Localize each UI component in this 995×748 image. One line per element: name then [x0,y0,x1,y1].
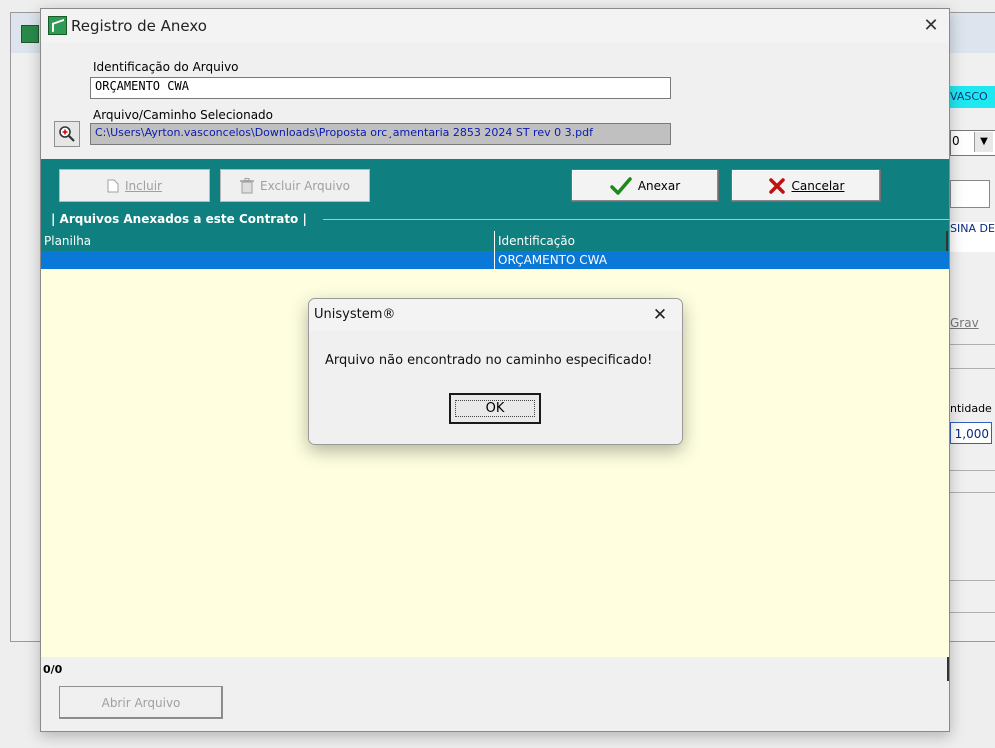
incluir-label: Incluir [125,178,162,193]
anexar-label: Anexar [637,178,681,193]
column-header-identificacao[interactable]: Identificação [498,234,575,248]
identificacao-label: Identificação do Arquivo [93,60,239,74]
background-label: SINA DE [950,222,995,252]
caminho-label: Arquivo/Caminho Selecionado [93,108,274,122]
message-box-body: Arquivo não encontrado no caminho especi… [309,331,682,444]
document-icon [107,179,119,192]
column-header-planilha[interactable]: Planilha [44,234,91,248]
background-input[interactable] [950,180,990,208]
group-divider [323,219,949,220]
group-title: | Arquivos Anexados a este Contrato | [51,212,307,226]
cell-separator [494,251,495,269]
ok-label: OK [454,400,536,417]
table-row[interactable]: ORÇAMENTO CWA [41,251,949,269]
trash-icon [239,177,254,193]
background-qty-header: ntidade [950,402,992,415]
app-icon [48,16,67,35]
background-divider [950,580,995,581]
cancelar-button[interactable]: Cancelar [731,169,881,202]
check-icon [610,176,632,195]
dialog-titlebar: Registro de Anexo ✕ [41,9,949,43]
x-icon [768,177,785,194]
background-divider [950,470,995,471]
cancelar-label: Cancelar [791,178,845,193]
background-divider [950,492,995,493]
column-separator[interactable] [494,231,495,251]
chevron-down-icon[interactable]: ▼ [974,132,993,152]
background-cyan-field: VASCO [950,86,995,108]
background-qty-field[interactable]: 1,000 [950,422,992,444]
background-divider [950,344,995,345]
magnifier-icon [59,126,75,142]
incluir-button[interactable]: Incluir [59,169,210,202]
search-file-button[interactable] [54,121,80,147]
excluir-arquivo-button[interactable]: Excluir Arquivo [220,169,370,202]
abrir-arquivo-button[interactable]: Abrir Arquivo [59,686,223,719]
app-icon [21,25,39,43]
message-box-title: Unisystem® [314,307,396,322]
status-divider [947,657,949,681]
message-box: Unisystem® ✕ Arquivo não encontrado no c… [308,298,683,445]
column-separator[interactable] [946,231,948,251]
dialog-title: Registro de Anexo [71,17,207,35]
identificacao-input[interactable]: ORÇAMENTO CWA [90,77,671,99]
message-text: Arquivo não encontrado no caminho especi… [325,353,653,368]
cell-identificacao: ORÇAMENTO CWA [498,253,608,267]
caminho-field[interactable]: C:\Users\Ayrton.vasconcelos\Downloads\Pr… [90,123,671,145]
background-gravar-button[interactable]: Grav [950,316,979,330]
record-counter: 0/0 [43,663,63,676]
grid-header: Planilha Identificação [41,231,949,251]
message-box-titlebar: Unisystem® ✕ [309,299,682,331]
ok-button[interactable]: OK [449,393,541,424]
close-icon[interactable]: ✕ [919,14,943,38]
background-combo-value: 0 [952,134,960,148]
close-icon[interactable]: ✕ [649,304,671,326]
anexar-button[interactable]: Anexar [571,169,719,202]
toolbar: Incluir Excluir Arquivo Anexar Cancelar [41,159,949,211]
abrir-arquivo-label: Abrir Arquivo [101,695,181,710]
background-divider [950,368,995,369]
excluir-label: Excluir Arquivo [259,178,351,193]
background-divider [950,612,995,613]
